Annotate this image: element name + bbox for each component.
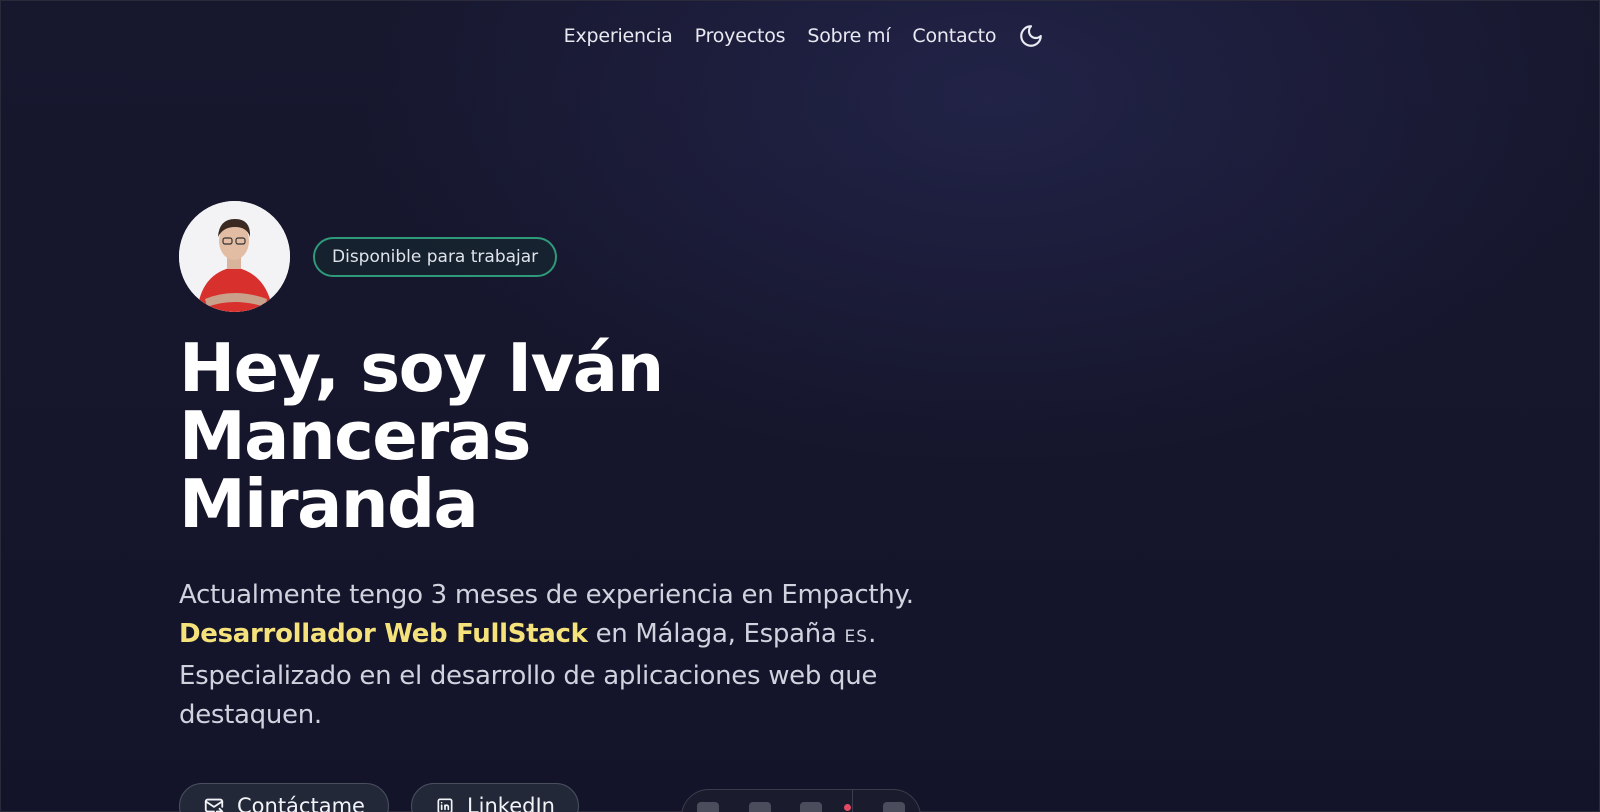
nav-link-experiencia[interactable]: Experiencia	[553, 19, 684, 53]
title-line-2: Miranda	[179, 465, 479, 543]
page-title: Hey, soy Iván Manceras Miranda	[179, 334, 959, 538]
hero-header-row: Disponible para trabajar	[179, 201, 959, 312]
desc-experience: Actualmente tengo 3 meses de experiencia…	[179, 580, 914, 610]
moon-icon	[1020, 25, 1043, 47]
top-nav: Experiencia Proyectos Sobre mí Contacto	[1, 19, 1599, 53]
page: Experiencia Proyectos Sobre mí Contacto	[0, 0, 1600, 812]
country-flag: ES	[844, 627, 869, 647]
dock-menu-icon[interactable]	[800, 802, 823, 812]
nav-link-contacto[interactable]: Contacto	[901, 19, 1007, 53]
availability-badge: Disponible para trabajar	[313, 236, 558, 277]
notification-dot	[844, 804, 851, 811]
contact-button-label: Contáctame	[237, 794, 365, 812]
hero-section: Disponible para trabajar Hey, soy Iván M…	[179, 201, 959, 812]
contact-button[interactable]: Contáctame	[179, 783, 389, 812]
bottom-dock	[681, 789, 921, 812]
nav-link-proyectos[interactable]: Proyectos	[684, 19, 797, 53]
avatar	[179, 201, 290, 312]
hero-description: Actualmente tengo 3 meses de experiencia…	[179, 576, 939, 735]
linkedin-button[interactable]: LinkedIn	[410, 783, 579, 812]
dock-tool-icon-2[interactable]	[748, 802, 771, 812]
theme-toggle-button[interactable]	[1015, 20, 1047, 52]
linkedin-icon	[437, 798, 453, 812]
dock-divider	[852, 790, 854, 812]
avatar-image	[179, 201, 290, 312]
linkedin-button-label: LinkedIn	[466, 794, 555, 812]
dock-tool-icon-1[interactable]	[696, 802, 719, 812]
mail-forward-icon	[204, 798, 224, 812]
nav-link-sobre-mi[interactable]: Sobre mí	[796, 19, 901, 53]
desc-role-highlight: Desarrollador Web FullStack	[179, 619, 588, 649]
title-line-1: Hey, soy Iván Manceras	[179, 329, 664, 475]
dock-settings-icon[interactable]	[883, 802, 906, 812]
desc-location: en Málaga, España	[587, 619, 845, 649]
